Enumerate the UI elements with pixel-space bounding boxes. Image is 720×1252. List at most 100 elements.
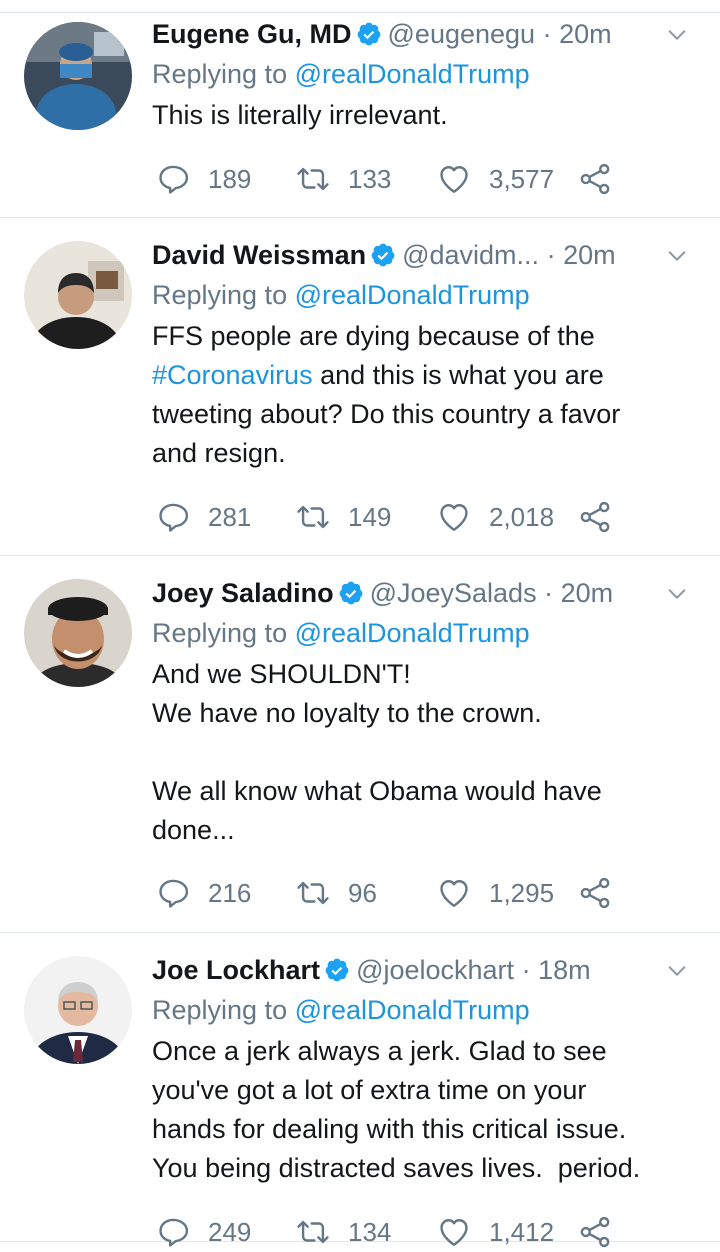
timestamp[interactable]: 20m — [561, 578, 614, 608]
tweet-text: Once a jerk always a jerk. Glad to see y… — [152, 1032, 702, 1188]
retweet-button[interactable]: 134 — [296, 1212, 391, 1252]
tweet-text-part: Once a jerk always a jerk. Glad to see y… — [152, 1036, 641, 1183]
replying-to-label: Replying to — [152, 995, 295, 1025]
display-name[interactable]: Eugene Gu, MD — [152, 19, 352, 49]
like-count: 1,412 — [489, 1216, 555, 1247]
separator-dot: · — [542, 19, 552, 49]
divider — [0, 555, 720, 556]
share-icon — [578, 1215, 612, 1249]
tweet[interactable]: Joey Saladino @JoeySalads · 20m Replying … — [0, 573, 720, 932]
tweet-text: And we SHOULDN'T! We have no loyalty to … — [152, 655, 702, 850]
verified-badge-icon — [324, 957, 350, 983]
mention-link[interactable]: @realDonaldTrump — [295, 280, 530, 310]
replying-to: Replying to @realDonaldTrump — [152, 54, 702, 94]
retweet-button[interactable]: 96 — [296, 873, 377, 913]
mention-link[interactable]: @realDonaldTrump — [295, 59, 530, 89]
reply-icon — [156, 500, 190, 534]
reply-icon — [156, 876, 190, 910]
separator-dot: · — [521, 955, 531, 985]
tweet-header: Joe Lockhart @joelockhart · 18m — [152, 950, 702, 990]
tweet[interactable]: David Weissman @davidm... · 20m Replying … — [0, 235, 720, 555]
timestamp[interactable]: 20m — [559, 19, 612, 49]
replying-to-label: Replying to — [152, 280, 295, 310]
retweet-button[interactable]: 133 — [296, 159, 391, 199]
heart-icon — [437, 876, 471, 910]
divider — [0, 12, 720, 13]
reply-button[interactable]: 216 — [156, 873, 251, 913]
timestamp[interactable]: 20m — [563, 240, 616, 270]
retweet-icon — [296, 876, 330, 910]
tweet-actions: 281 149 2,018 — [152, 497, 672, 537]
reply-button[interactable]: 249 — [156, 1212, 251, 1252]
chevron-down-icon[interactable] — [666, 24, 688, 46]
user-handle[interactable]: @JoeySalads — [370, 578, 537, 608]
display-name[interactable]: Joey Saladino — [152, 578, 334, 608]
retweet-icon — [296, 1215, 330, 1249]
chevron-down-icon[interactable] — [666, 583, 688, 605]
tweet-text-part: FFS people are dying because of the — [152, 321, 595, 351]
retweet-count: 133 — [348, 163, 392, 194]
hashtag-link[interactable]: #Coronavirus — [152, 360, 313, 390]
mention-link[interactable]: @realDonaldTrump — [295, 618, 530, 648]
like-button[interactable]: 1,295 — [437, 873, 554, 913]
share-icon — [578, 876, 612, 910]
tweet-actions: 216 96 1,295 — [152, 873, 672, 913]
like-button[interactable]: 2,018 — [437, 497, 554, 537]
reply-button[interactable]: 189 — [156, 159, 251, 199]
tweet-text: This is literally irrelevant. — [152, 96, 702, 135]
chevron-down-icon[interactable] — [666, 245, 688, 267]
share-button[interactable] — [578, 497, 612, 537]
tweet-text: FFS people are dying because of the #Cor… — [152, 317, 702, 473]
like-button[interactable]: 3,577 — [437, 159, 554, 199]
like-count: 3,577 — [489, 163, 555, 194]
tweet-header: Joey Saladino @JoeySalads · 20m — [152, 573, 702, 613]
tweet[interactable]: Eugene Gu, MD @eugenegu · 20m Replying to… — [0, 14, 720, 217]
replying-to-label: Replying to — [152, 618, 295, 648]
tweet-text-part: And we SHOULDN'T! We have no loyalty to … — [152, 659, 602, 845]
user-handle[interactable]: @eugenegu — [388, 19, 536, 49]
retweet-icon — [296, 162, 330, 196]
timestamp[interactable]: 18m — [538, 955, 591, 985]
share-button[interactable] — [578, 1212, 612, 1252]
chevron-down-icon[interactable] — [666, 960, 688, 982]
tweet-actions: 249 134 1,412 — [152, 1212, 672, 1252]
reply-count: 216 — [208, 877, 252, 908]
reply-count: 189 — [208, 163, 252, 194]
replying-to: Replying to @realDonaldTrump — [152, 613, 702, 653]
share-icon — [578, 500, 612, 534]
replying-to: Replying to @realDonaldTrump — [152, 275, 702, 315]
user-handle[interactable]: @davidm... — [402, 240, 539, 270]
retweet-count: 96 — [348, 877, 377, 908]
avatar[interactable] — [24, 579, 132, 687]
reply-icon — [156, 1215, 190, 1249]
share-button[interactable] — [578, 159, 612, 199]
like-count: 1,295 — [489, 877, 555, 908]
divider — [0, 217, 720, 218]
heart-icon — [437, 1215, 471, 1249]
retweet-button[interactable]: 149 — [296, 497, 391, 537]
user-handle[interactable]: @joelockhart — [356, 955, 514, 985]
heart-icon — [437, 500, 471, 534]
avatar[interactable] — [24, 241, 132, 349]
display-name[interactable]: David Weissman — [152, 240, 366, 270]
like-button[interactable]: 1,412 — [437, 1212, 554, 1252]
mention-link[interactable]: @realDonaldTrump — [295, 995, 530, 1025]
display-name[interactable]: Joe Lockhart — [152, 955, 320, 985]
replying-to-label: Replying to — [152, 59, 295, 89]
share-button[interactable] — [578, 873, 612, 913]
tweet-header: David Weissman @davidm... · 20m — [152, 235, 702, 275]
reply-count: 249 — [208, 1216, 252, 1247]
retweet-icon — [296, 500, 330, 534]
replying-to: Replying to @realDonaldTrump — [152, 990, 702, 1030]
avatar[interactable] — [24, 22, 132, 130]
reply-button[interactable]: 281 — [156, 497, 251, 537]
verified-badge-icon — [356, 21, 382, 47]
tweet[interactable]: Joe Lockhart @joelockhart · 18m Replying … — [0, 950, 720, 1251]
separator-dot: · — [546, 240, 556, 270]
divider — [0, 932, 720, 933]
avatar[interactable] — [24, 956, 132, 1064]
tweet-text-part: This is literally irrelevant. — [152, 100, 448, 130]
verified-badge-icon — [370, 242, 396, 268]
retweet-count: 149 — [348, 501, 392, 532]
retweet-count: 134 — [348, 1216, 392, 1247]
